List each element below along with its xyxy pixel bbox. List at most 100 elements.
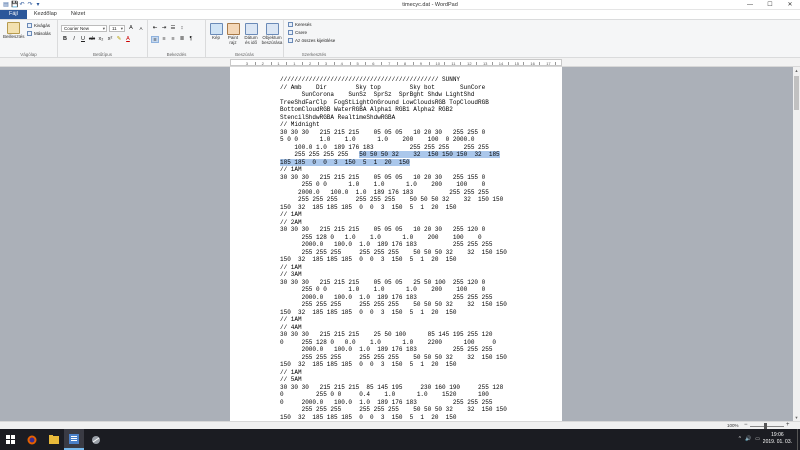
quick-access-toolbar: ▤ 💾 ↶ ↷ ▾ — [0, 2, 41, 8]
shrink-font-icon[interactable]: A — [137, 25, 145, 32]
copy-button[interactable]: Másolás — [27, 31, 51, 36]
align-left-icon[interactable]: ≡ — [151, 36, 159, 43]
replace-button[interactable]: Csere — [288, 30, 307, 35]
font-group: Courier New 11 A A B I U ab x₂ x² ✎ A Be… — [58, 20, 148, 58]
find-button[interactable]: Keresés — [288, 22, 312, 27]
increase-indent-icon[interactable]: ⇥ — [160, 25, 168, 32]
insert-object-button[interactable]: Objektum beszúrása — [261, 23, 283, 45]
binoculars-icon — [288, 22, 293, 27]
redo-icon[interactable]: ↷ — [27, 2, 33, 8]
superscript-icon[interactable]: x² — [106, 36, 114, 43]
document-text[interactable]: ////////////////////////////////////////… — [280, 76, 560, 421]
ribbon-tabs: Fájl Kezdőlap Nézet — [0, 10, 800, 19]
tab-file[interactable]: Fájl — [0, 10, 27, 19]
document-area[interactable]: ////////////////////////////////////////… — [0, 67, 793, 421]
ruler-label: 6 — [372, 60, 375, 66]
ribbon: Beillesztés Kivágás Másolás Vágólap Cour… — [0, 19, 800, 58]
maximize-button[interactable]: ☐ — [760, 0, 780, 10]
wordpad-icon — [69, 433, 79, 444]
start-button[interactable] — [0, 429, 20, 450]
calendar-icon — [244, 23, 258, 35]
paragraph-group-label: Bekezdés — [166, 52, 187, 57]
taskbar-firefox[interactable] — [22, 429, 42, 450]
zoom-level: 100% — [727, 423, 739, 428]
title-bar: ▤ 💾 ↶ ↷ ▾ timecyc.dat - WordPad — ☐ ✕ — [0, 0, 800, 10]
clock[interactable]: 19:06 2019. 01. 03. — [763, 432, 792, 446]
grow-font-icon[interactable]: A — [127, 25, 135, 32]
object-icon — [265, 23, 279, 35]
tab-home[interactable]: Kezdőlap — [27, 10, 64, 19]
scroll-up-icon[interactable]: ▲ — [793, 67, 800, 74]
paint-drawing-button[interactable]: Paint rajz — [225, 23, 241, 45]
justify-icon[interactable]: ≣ — [178, 36, 186, 43]
zoom-out-button[interactable]: − — [744, 422, 748, 429]
ruler-tick — [412, 62, 414, 65]
highlight-color-icon[interactable]: ✎ — [115, 36, 123, 43]
ruler-label: 12 — [467, 60, 472, 66]
tray-expand-icon[interactable]: ^ — [739, 436, 741, 442]
zoom-in-button[interactable]: + — [786, 422, 790, 429]
ruler-label: 2 — [261, 60, 264, 66]
taskbar-explorer[interactable] — [44, 429, 64, 450]
ruler-tick — [476, 62, 478, 65]
insert-group: Kép Paint rajz Dátum és idő Objektum bes… — [206, 20, 284, 58]
clock-time: 19:06 — [771, 432, 784, 438]
ruler-tick — [302, 62, 304, 65]
font-family-select[interactable]: Courier New — [61, 25, 107, 32]
paste-button[interactable]: Beillesztés — [3, 22, 25, 39]
ruler[interactable]: 3 2 1 1 2 3 4 5 6 7 8 9 10 11 12 13 14 15 16 17 — [230, 59, 562, 66]
bullet-list-icon[interactable]: ☰ — [169, 25, 177, 32]
ruler-label: 5 — [356, 60, 359, 66]
ruler-tick — [254, 62, 256, 65]
customize-toolbar-icon[interactable]: ▾ — [35, 2, 41, 8]
insert-group-label: Beszúrás — [235, 52, 254, 57]
ruler-tick — [460, 62, 462, 65]
paragraph-settings-icon[interactable]: ¶ — [187, 36, 195, 43]
font-size-select[interactable]: 11 — [109, 25, 125, 32]
vertical-scrollbar[interactable]: ▲ ▼ — [793, 67, 800, 421]
ruler-tick — [286, 62, 288, 65]
decrease-indent-icon[interactable]: ⇤ — [151, 25, 159, 32]
ruler-tick — [444, 62, 446, 65]
document-text-before: ////////////////////////////////////////… — [280, 76, 489, 158]
scroll-down-icon[interactable]: ▼ — [793, 414, 800, 421]
insert-picture-button[interactable]: Kép — [208, 23, 224, 40]
select-all-button[interactable]: Az összes kijelölése — [288, 38, 335, 43]
picture-icon — [209, 23, 223, 35]
ruler-tick — [333, 62, 335, 65]
paragraph-group: ⇤ ⇥ ☰ ↕ ≡ ≡ ≡ ≣ ¶ Bekezdés — [148, 20, 206, 58]
app-icon — [92, 435, 100, 444]
tab-view[interactable]: Nézet — [64, 10, 92, 19]
date-time-button[interactable]: Dátum és idő — [243, 23, 259, 45]
taskbar-wordpad[interactable] — [64, 429, 84, 450]
align-center-icon[interactable]: ≡ — [160, 36, 168, 43]
strikethrough-icon[interactable]: ab — [88, 36, 96, 43]
scrollbar-thumb[interactable] — [794, 76, 799, 110]
font-color-icon[interactable]: A — [124, 36, 132, 43]
ruler-label: 7 — [388, 60, 391, 66]
ruler-tick — [428, 62, 430, 65]
wordpad-app-icon[interactable]: ▤ — [3, 2, 9, 8]
close-button[interactable]: ✕ — [780, 0, 800, 10]
clipboard-group-label: Vágólap — [20, 52, 37, 57]
select-all-icon — [288, 38, 293, 43]
zoom-slider-track[interactable] — [750, 425, 784, 427]
italic-icon[interactable]: I — [70, 36, 78, 43]
speaker-icon[interactable]: 🔊 — [745, 436, 751, 442]
undo-icon[interactable]: ↶ — [19, 2, 25, 8]
underline-icon[interactable]: U — [79, 36, 87, 43]
clipboard-group: Beillesztés Kivágás Másolás Vágólap — [0, 20, 58, 58]
minimize-button[interactable]: — — [740, 0, 760, 10]
status-bar: 100% − + — [0, 421, 800, 429]
save-icon[interactable]: 💾 — [11, 2, 18, 8]
ruler-label: 13 — [482, 60, 488, 66]
cut-button[interactable]: Kivágás — [27, 23, 50, 28]
taskbar-app[interactable] — [86, 429, 106, 450]
bold-icon[interactable]: B — [61, 36, 69, 43]
paste-icon — [7, 22, 21, 34]
line-spacing-icon[interactable]: ↕ — [178, 25, 186, 32]
document-page[interactable]: ////////////////////////////////////////… — [230, 67, 562, 421]
align-right-icon[interactable]: ≡ — [169, 36, 177, 43]
keyboard-icon[interactable]: ▭ — [755, 436, 760, 442]
subscript-icon[interactable]: x₂ — [97, 36, 105, 43]
